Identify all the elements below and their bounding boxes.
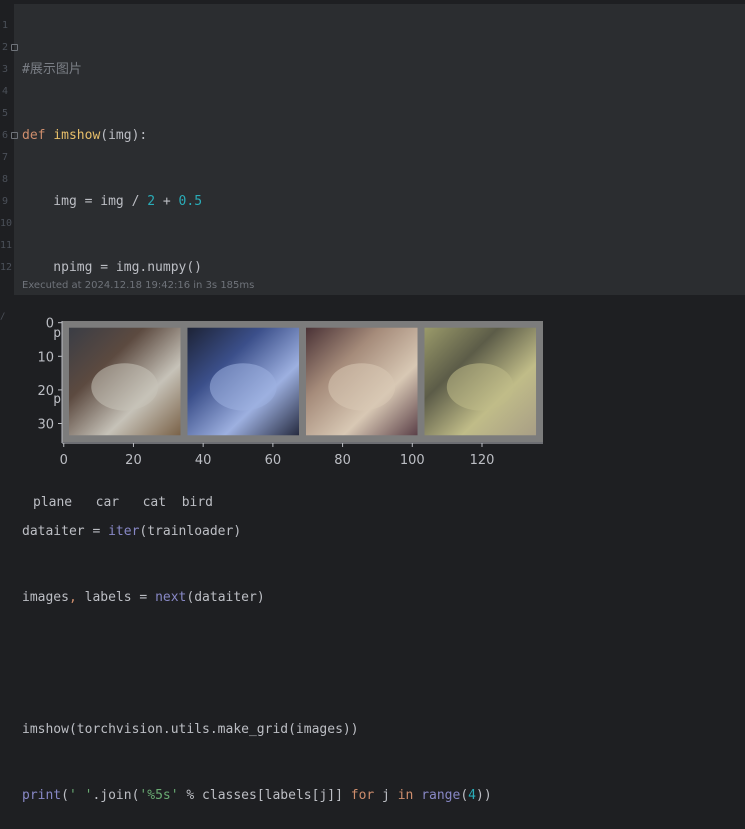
string: '%5s' [139,788,179,803]
code-text: ( [61,788,69,803]
line-number: 11 [0,240,13,251]
code-text: images [22,590,69,605]
line-number: 12 [0,262,13,273]
code-text: imshow(torchvision.utils.make_grid(image… [22,722,359,737]
tile-subject-plane [91,363,159,411]
code-text: + [155,194,179,209]
execution-status: Executed at 2024.12.18 19:42:16 in 3s 18… [22,280,255,291]
tile-subject-cat [328,363,396,411]
line-number: 1 [1,20,8,31]
code-text: j [374,788,398,803]
fold-marker-icon[interactable] [11,44,18,51]
code-line: imshow(torchvision.utils.make_grid(image… [22,719,492,741]
code-text: (dataiter) [186,590,265,605]
x-tick-label: 120 [470,453,495,468]
number: 2 [147,194,156,209]
builtin: next [155,590,187,605]
x-tick-label: 60 [265,453,282,468]
keyword: for [350,788,375,803]
x-tick-label: 100 [400,453,425,468]
cell-output: 0 20 40 60 80 100 120 0 10 20 30 plane car cat bir… [0,300,745,527]
y-tick-label: 10 [37,350,54,365]
line-number: 4 [1,86,8,97]
code-line: img = img / 2 + 0.5 [22,191,492,213]
builtin: print [22,788,62,803]
x-tick-label: 20 [125,453,142,468]
tile-subject-car [209,363,277,411]
code-text: (img): [100,128,148,143]
code-text: labels = [84,590,156,605]
code-line: print(' '.join('%5s' % classes[labels[j]… [22,785,492,807]
keyword: def [22,128,54,143]
fold-end-marker-icon[interactable] [11,132,18,139]
line-number: 3 [1,64,8,75]
number: 4 [468,788,476,803]
x-tick-label: 80 [334,453,351,468]
line-number: 7 [1,152,8,163]
image-plot: 0 20 40 60 80 100 120 0 10 20 30 [37,317,543,468]
code-line: def imshow(img): [22,125,492,147]
comma: , [68,590,85,605]
code-text: % classes[labels[j]] [178,788,351,803]
line-number: 10 [0,218,13,229]
x-tick-label: 0 [60,453,68,468]
keyword: in [397,788,414,803]
line-number: 8 [1,174,8,185]
code-text: .join( [92,788,140,803]
code-line: npimg = img.numpy() [22,257,492,279]
code-text: ( [460,788,469,803]
line-number: 9 [1,196,8,207]
y-tick-label: 20 [37,384,54,399]
line-number: 5 [1,108,8,119]
code-line: images, labels = next(dataiter) [22,587,492,609]
code-text: )) [476,788,492,803]
y-tick-label: 0 [46,317,54,332]
x-tick-label: 40 [195,453,212,468]
code-text: npimg = img.numpy() [22,260,203,275]
string: ' ' [68,788,93,803]
line-number: 2 [1,42,8,53]
line-number: 6 [1,130,8,141]
stdout-text: plane car cat bird [33,495,214,510]
comment: #展示图片 [22,62,82,77]
code-text: img = img / [22,194,148,209]
function-name: imshow [53,128,101,143]
y-tick-label: 30 [37,418,54,433]
code-line: #展示图片 [22,59,492,81]
number: 0.5 [178,194,203,209]
tile-subject-bird [446,363,514,411]
builtin: range [421,788,461,803]
